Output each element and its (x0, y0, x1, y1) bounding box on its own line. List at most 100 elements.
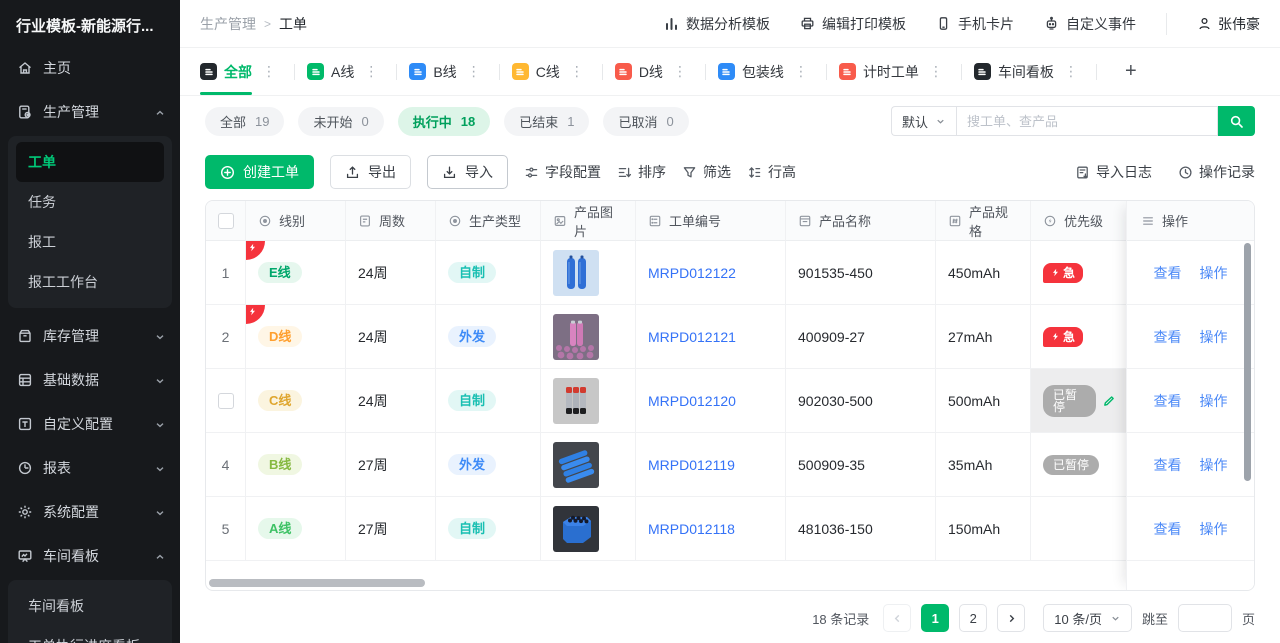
sidebar-item-tasks[interactable]: 任务 (16, 182, 164, 222)
sidebar-item-work-orders[interactable]: 工单 (16, 142, 164, 182)
operate-link[interactable]: 操作 (1200, 455, 1228, 475)
tab-all[interactable]: 全部 ⋮ (200, 48, 282, 95)
status-chip-finished[interactable]: 已结束 1 (504, 107, 589, 136)
status-chip-not-started[interactable]: 未开始 0 (298, 107, 383, 136)
search-scope-select[interactable]: 默认 (891, 106, 956, 136)
workspace-title[interactable]: 行业模板-新能源行... (0, 0, 180, 46)
tab-workshop-board[interactable]: 车间看板 ⋮ (974, 48, 1084, 95)
status-chip-cancelled[interactable]: 已取消 0 (603, 107, 688, 136)
view-link[interactable]: 查看 (1154, 327, 1182, 347)
product-image[interactable] (553, 250, 599, 296)
product-image[interactable] (553, 314, 599, 360)
tab-timed-orders[interactable]: 计时工单 ⋮ (839, 48, 949, 95)
sidebar-item-base-data[interactable]: 基础数据 (0, 358, 180, 402)
sidebar-item-reporting-workbench[interactable]: 报工工作台 (16, 262, 164, 302)
column-header-actions[interactable]: 操作 (1127, 201, 1254, 241)
horizontal-scrollbar[interactable] (209, 579, 425, 587)
sidebar-item-home[interactable]: 主页 (0, 46, 180, 90)
filter-button[interactable]: 筛选 (682, 162, 731, 182)
search-input[interactable] (956, 106, 1218, 136)
breadcrumb-parent[interactable]: 生产管理 (200, 14, 256, 34)
add-tab-button[interactable]: + (1115, 60, 1147, 83)
tab-kebab-icon[interactable]: ⋮ (788, 63, 814, 80)
tab-packaging-line[interactable]: 包装线 ⋮ (718, 48, 814, 95)
operate-link[interactable]: 操作 (1200, 327, 1228, 347)
tab-line-b[interactable]: B线 ⋮ (409, 48, 486, 95)
column-header-product-spec[interactable]: 产品规格 (936, 201, 1031, 241)
export-button[interactable]: 导出 (330, 155, 411, 189)
user-menu[interactable]: 张伟豪 (1197, 14, 1260, 34)
product-image[interactable] (553, 506, 599, 552)
weeks-cell: 27周 (346, 433, 436, 497)
page-button-1[interactable]: 1 (921, 604, 949, 632)
status-chip-in-progress[interactable]: 执行中 18 (398, 107, 490, 136)
order-number-link[interactable]: MRPD012122 (648, 265, 736, 281)
import-log-button[interactable]: 导入日志 (1075, 162, 1152, 182)
page-button-2[interactable]: 2 (959, 604, 987, 632)
chevron-up-icon (154, 550, 166, 562)
order-number-link[interactable]: MRPD012118 (648, 521, 735, 537)
tab-kebab-icon[interactable]: ⋮ (461, 63, 487, 80)
view-link[interactable]: 查看 (1154, 519, 1182, 539)
chevron-down-icon (1110, 613, 1121, 624)
view-link[interactable]: 查看 (1154, 263, 1182, 283)
tab-kebab-icon[interactable]: ⋮ (256, 63, 282, 80)
column-header-priority[interactable]: 优先级 (1031, 201, 1127, 241)
status-chip-all[interactable]: 全部 19 (205, 107, 284, 136)
custom-event-button[interactable]: 自定义事件 (1044, 14, 1136, 34)
data-analysis-template-button[interactable]: 数据分析模板 (664, 14, 770, 34)
sidebar-item-production[interactable]: 生产管理 (0, 90, 180, 134)
tab-kebab-icon[interactable]: ⋮ (923, 63, 949, 80)
sidebar-item-custom-config[interactable]: 自定义配置 (0, 402, 180, 446)
order-number-link[interactable]: MRPD012119 (648, 457, 735, 473)
column-header-line[interactable]: 线别 (246, 201, 346, 241)
operate-link[interactable]: 操作 (1200, 391, 1228, 411)
tab-line-d[interactable]: D线 ⋮ (615, 48, 693, 95)
tab-line-c[interactable]: C线 ⋮ (512, 48, 590, 95)
product-image[interactable] (553, 442, 599, 488)
import-button[interactable]: 导入 (427, 155, 508, 189)
row-height-button[interactable]: 行高 (747, 162, 796, 182)
edit-print-template-button[interactable]: 编辑打印模板 (800, 14, 906, 34)
tab-line-a[interactable]: A线 ⋮ (307, 48, 384, 95)
mobile-card-button[interactable]: 手机卡片 (936, 14, 1014, 34)
column-header-production-type[interactable]: 生产类型 (436, 201, 541, 241)
column-header-weeks[interactable]: 周数 (346, 201, 436, 241)
sidebar-item-system-config[interactable]: 系统配置 (0, 490, 180, 534)
production-type-badge: 自制 (448, 262, 496, 283)
jump-page-input[interactable] (1178, 604, 1232, 632)
product-image[interactable] (553, 378, 599, 424)
operate-link[interactable]: 操作 (1200, 263, 1228, 283)
select-all-checkbox[interactable] (218, 213, 234, 229)
column-header-order-number[interactable]: 工单编号 (636, 201, 786, 241)
tab-kebab-icon[interactable]: ⋮ (1058, 63, 1084, 80)
sidebar-item-reports[interactable]: 报表 (0, 446, 180, 490)
sidebar-item-reporting[interactable]: 报工 (16, 222, 164, 262)
sidebar-item-workshop-board-sub[interactable]: 车间看板 (16, 586, 164, 626)
row-checkbox[interactable] (218, 393, 234, 409)
tab-kebab-icon[interactable]: ⋮ (667, 63, 693, 80)
sort-button[interactable]: 排序 (617, 162, 666, 182)
view-link[interactable]: 查看 (1154, 455, 1182, 475)
page-size-select[interactable]: 10 条/页 (1043, 604, 1132, 632)
sidebar-item-inventory[interactable]: 库存管理 (0, 314, 180, 358)
column-header-product-name[interactable]: 产品名称 (786, 201, 936, 241)
prev-page-button[interactable] (883, 604, 911, 632)
search-icon (1229, 114, 1244, 129)
search-button[interactable] (1218, 106, 1255, 136)
tab-kebab-icon[interactable]: ⋮ (564, 63, 590, 80)
field-config-button[interactable]: 字段配置 (524, 162, 601, 182)
tab-kebab-icon[interactable]: ⋮ (358, 63, 384, 80)
order-number-link[interactable]: MRPD012121 (648, 329, 736, 345)
sidebar-item-workshop-board[interactable]: 车间看板 (0, 534, 180, 578)
operation-log-button[interactable]: 操作记录 (1178, 162, 1255, 182)
operate-link[interactable]: 操作 (1200, 519, 1228, 539)
vertical-scrollbar[interactable] (1244, 243, 1251, 481)
edit-pencil-icon[interactable] (1102, 394, 1115, 407)
create-order-button[interactable]: 创建工单 (205, 155, 314, 189)
sidebar-item-order-progress-board[interactable]: 工单执行进度看板 (16, 626, 164, 643)
next-page-button[interactable] (997, 604, 1025, 632)
view-link[interactable]: 查看 (1154, 391, 1182, 411)
order-number-link[interactable]: MRPD012120 (648, 393, 736, 409)
column-header-product-image[interactable]: 产品图片 (541, 201, 636, 241)
